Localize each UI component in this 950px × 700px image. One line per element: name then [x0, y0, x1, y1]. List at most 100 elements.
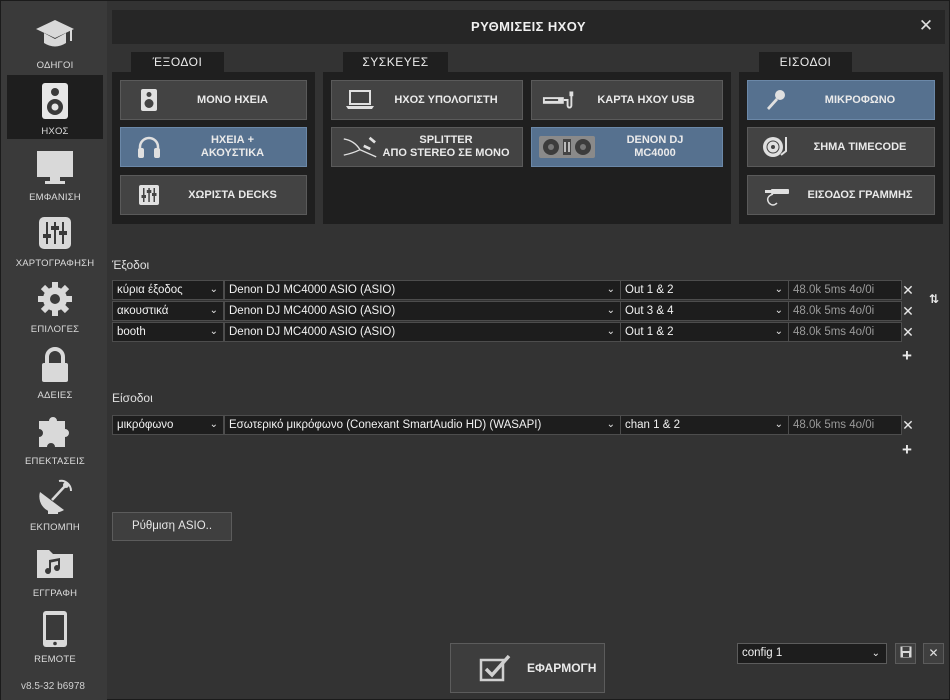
button-label: ΣΗΜΑ TIMECODE — [813, 140, 907, 153]
sidebar: ΟΔΗΓΟΙ ΗΧΟΣ ΕΜΦΑΝΙΣΗ ΧΑΡΤΟΓΡΑΦΗΣΗ ΕΠΙΛΟΓ… — [1, 1, 107, 700]
chevron-down-icon: ⌄ — [606, 305, 615, 316]
speakers-headphones-button[interactable]: ΗΧΕΙΑ + ΑΚΟΥΣΤΙΚΑ — [120, 127, 307, 167]
speakers-only-button[interactable]: ΜΟΝΟ ΗΧΕΙΑ — [120, 80, 307, 120]
output-device-select[interactable]: Denon DJ MC4000 ASIO (ASIO) ⌄ — [224, 322, 621, 342]
title-bar: ΡΥΘΜΙΣΕΙΣ ΗΧΟΥ ✕ — [112, 10, 945, 44]
button-label: ΕΙΣΟΔΟΣ ΓΡΑΜΜΗΣ — [807, 188, 913, 201]
chevron-down-icon: ⌄ — [209, 284, 218, 295]
rca-cable-icon — [758, 182, 794, 208]
output-format-info: 48.0k 5ms 4o/0i — [788, 280, 902, 300]
remove-row-icon[interactable]: ✕ — [902, 418, 914, 432]
tablet-icon — [7, 609, 103, 649]
separate-decks-button[interactable]: ΧΩΡΙΣΤΑ DECKS — [120, 175, 307, 215]
computer-sound-button[interactable]: ΗΧΟΣ ΥΠΟΛΟΓΙΣΤΗ — [331, 80, 523, 120]
sidebar-item-broadcast[interactable]: ΕΚΠΟΜΠΗ — [7, 471, 103, 535]
input-device-select[interactable]: Εσωτερικό μικρόφωνο (Conexant SmartAudio… — [224, 415, 621, 435]
button-label: ΚΑΡΤΑ ΗΧΟΥ USB — [597, 93, 695, 106]
swap-rows-icon[interactable]: ⇅ — [928, 292, 940, 306]
close-icon[interactable]: ✕ — [917, 17, 935, 35]
input-role-select[interactable]: μικρόφωνο ⌄ — [112, 415, 224, 435]
config-select[interactable]: config 1 ⌄ — [737, 643, 887, 664]
sidebar-item-label: ΗΧΟΣ — [41, 126, 69, 137]
sidebar-item-remote[interactable]: REMOTE — [7, 603, 103, 667]
sidebar-item-licenses[interactable]: ΑΔΕΙΕΣ — [7, 339, 103, 403]
select-value: Denon DJ MC4000 ASIO (ASIO) — [229, 326, 396, 338]
button-label: ΧΩΡΙΣΤΑ DECKS — [188, 188, 277, 201]
laptop-icon — [342, 87, 378, 113]
delete-config-button[interactable]: ✕ — [923, 643, 944, 664]
sidebar-item-label: ΟΔΗΓΟΙ — [36, 60, 74, 71]
speaker-icon — [7, 81, 103, 121]
select-value: config 1 — [742, 647, 783, 659]
select-value: chan 1 & 2 — [625, 419, 680, 431]
output-role-select[interactable]: ακουστικά ⌄ — [112, 301, 224, 321]
output-channels-select[interactable]: Out 1 & 2 ⌄ — [620, 280, 789, 300]
output-device-select[interactable]: Denon DJ MC4000 ASIO (ASIO) ⌄ — [224, 280, 621, 300]
select-value: Out 1 & 2 — [625, 326, 674, 338]
select-value: Εσωτερικό μικρόφωνο (Conexant SmartAudio… — [229, 419, 542, 431]
headphones-icon — [131, 134, 167, 160]
inputs-group-panel: ΜΙΚΡΟΦΩΝΟ ΣΗΜΑ TIMECODE ΕΙΣΟΔΟΣ ΓΡΑΜΜΗΣ — [739, 72, 943, 224]
sidebar-item-drivers[interactable]: ΟΔΗΓΟΙ — [7, 9, 103, 73]
splitter-button[interactable]: SPLITTER ΑΠΟ STEREO ΣΕ ΜΟΝΟ — [331, 127, 523, 167]
monitor-icon — [7, 147, 103, 187]
output-channels-select[interactable]: Out 3 & 4 ⌄ — [620, 301, 789, 321]
sidebar-item-extensions[interactable]: ΕΠΕΚΤΑΣΕΙΣ — [7, 405, 103, 469]
chevron-down-icon: ⌄ — [209, 305, 218, 316]
apply-button[interactable]: ΕΦΑΡΜΟΓΗ — [450, 643, 605, 693]
output-format-info: 48.0k 5ms 4o/0i — [788, 322, 902, 342]
remove-row-icon[interactable]: ✕ — [902, 325, 914, 339]
button-label: ΗΧΕΙΑ + ΑΚΟΥΣΤΙΚΑ — [200, 134, 265, 159]
select-value: ακουστικά — [117, 305, 169, 317]
sidebar-item-label: ΕΜΦΑΝΙΣΗ — [29, 192, 81, 203]
output-role-select[interactable]: κύρια έξοδος ⌄ — [112, 280, 224, 300]
sidebar-item-label: ΕΠΙΛΟΓΕΣ — [30, 324, 80, 335]
denon-mc4000-button[interactable]: DENON DJ MC4000 — [531, 127, 723, 167]
microphone-button[interactable]: ΜΙΚΡΟΦΩΝΟ — [747, 80, 935, 120]
devices-group-tab: ΣΥΣΚΕΥΕΣ — [343, 52, 448, 72]
puzzle-icon — [7, 411, 103, 451]
lock-icon — [7, 345, 103, 385]
save-config-button[interactable] — [895, 643, 916, 664]
outputs-group-panel: ΜΟΝΟ ΗΧΕΙΑ ΗΧΕΙΑ + ΑΚΟΥΣΤΙΚΑ ΧΩΡΙΣΤΑ DEC… — [112, 72, 315, 224]
add-input-icon[interactable]: + — [900, 441, 914, 458]
sidebar-item-label: ΑΔΕΙΕΣ — [37, 390, 73, 401]
chevron-down-icon: ⌄ — [774, 419, 783, 430]
window-title: ΡΥΘΜΙΣΕΙΣ ΗΧΟΥ — [471, 19, 586, 34]
select-value: Denon DJ MC4000 ASIO (ASIO) — [229, 284, 396, 296]
output-format-info: 48.0k 5ms 4o/0i — [788, 301, 902, 321]
apply-label: ΕΦΑΡΜΟΓΗ — [527, 661, 597, 675]
usb-soundcard-icon — [542, 87, 578, 113]
add-output-icon[interactable]: + — [900, 347, 914, 364]
select-value: Denon DJ MC4000 ASIO (ASIO) — [229, 305, 396, 317]
sidebar-item-options[interactable]: ΕΠΙΛΟΓΕΣ — [7, 273, 103, 337]
sidebar-item-mapping[interactable]: ΧΑΡΤΟΓΡΑΦΗΣΗ — [7, 207, 103, 271]
chevron-down-icon: ⌄ — [606, 284, 615, 295]
select-value: Out 1 & 2 — [625, 284, 674, 296]
button-label: ΜΟΝΟ ΗΧΕΙΑ — [197, 93, 268, 106]
button-label: SPLITTER ΑΠΟ STEREO ΣΕ ΜΟΝΟ — [382, 134, 510, 159]
remove-row-icon[interactable]: ✕ — [902, 304, 914, 318]
timecode-signal-button[interactable]: ΣΗΜΑ TIMECODE — [747, 127, 935, 167]
output-device-select[interactable]: Denon DJ MC4000 ASIO (ASIO) ⌄ — [224, 301, 621, 321]
floppy-disk-icon — [900, 646, 911, 658]
input-format-info: 48.0k 5ms 4o/0i — [788, 415, 902, 435]
mixer-sliders-icon — [131, 182, 167, 208]
chevron-down-icon: ⌄ — [606, 326, 615, 337]
chevron-down-icon: ⌄ — [774, 326, 783, 337]
sidebar-item-appearance[interactable]: ΕΜΦΑΝΙΣΗ — [7, 141, 103, 205]
output-channels-select[interactable]: Out 1 & 2 ⌄ — [620, 322, 789, 342]
usb-soundcard-button[interactable]: ΚΑΡΤΑ ΗΧΟΥ USB — [531, 80, 723, 120]
remove-row-icon[interactable]: ✕ — [902, 283, 914, 297]
sidebar-item-record[interactable]: ΕΓΓΡΑΦΗ — [7, 537, 103, 601]
sidebar-item-label: ΕΓΓΡΑΦΗ — [32, 588, 78, 599]
button-label: DENON DJ MC4000 — [626, 134, 684, 159]
output-role-select[interactable]: booth ⌄ — [112, 322, 224, 342]
line-input-button[interactable]: ΕΙΣΟΔΟΣ ΓΡΑΜΜΗΣ — [747, 175, 935, 215]
asio-settings-button[interactable]: Ρύθμιση ASIO.. — [112, 512, 232, 541]
button-label: ΜΙΚΡΟΦΩΝΟ — [824, 93, 896, 106]
sidebar-item-sound[interactable]: ΗΧΟΣ — [7, 75, 103, 139]
select-value: μικρόφωνο — [117, 419, 174, 431]
input-channels-select[interactable]: chan 1 & 2 ⌄ — [620, 415, 789, 435]
version-label: v8.5-32 b6978 — [21, 681, 85, 692]
